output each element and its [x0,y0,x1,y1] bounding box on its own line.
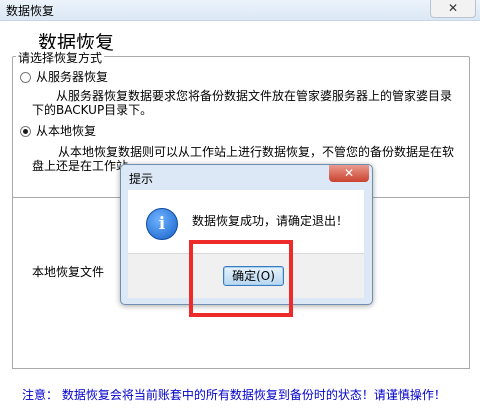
local-restore-desc-line2: 盘上还是在工作站 [32,159,129,173]
server-restore-radio[interactable] [20,72,31,83]
dialog-message: 数据恢复成功，请确定退出！ [192,214,349,228]
window-close-button[interactable]: ✕ [430,0,476,18]
dialog-title: 提示 [129,172,154,186]
server-restore-desc-line1: 从服务器恢复数据要求您将备份数据文件放在管家婆服务器上的管家婆目录 [56,89,453,103]
highlight-box [189,240,293,317]
local-restore-desc-line1: 从本地恢复数据则可以从工作站上进行数据恢复，不管您的备份数据是在软 [58,145,455,159]
window-titlebar [0,0,480,21]
server-restore-desc-line2: 下的BACKUP目录下。 [32,103,153,117]
local-restore-label[interactable]: 从本地恢复 [36,122,96,139]
window-title: 数据恢复 [6,4,55,18]
local-restore-radio[interactable] [20,126,31,137]
dialog-close-button[interactable]: ✕ [329,165,369,182]
warning-note: 注意： 数据恢复会将当前账套中的所有数据恢复到备份时的状态！请谨慎操作！ [22,388,446,402]
info-icon: i [146,208,178,240]
local-file-label: 本地恢复文件 [32,265,105,279]
restore-method-legend: 请选择恢复方式 [16,49,105,66]
server-restore-label[interactable]: 从服务器恢复 [36,68,108,85]
